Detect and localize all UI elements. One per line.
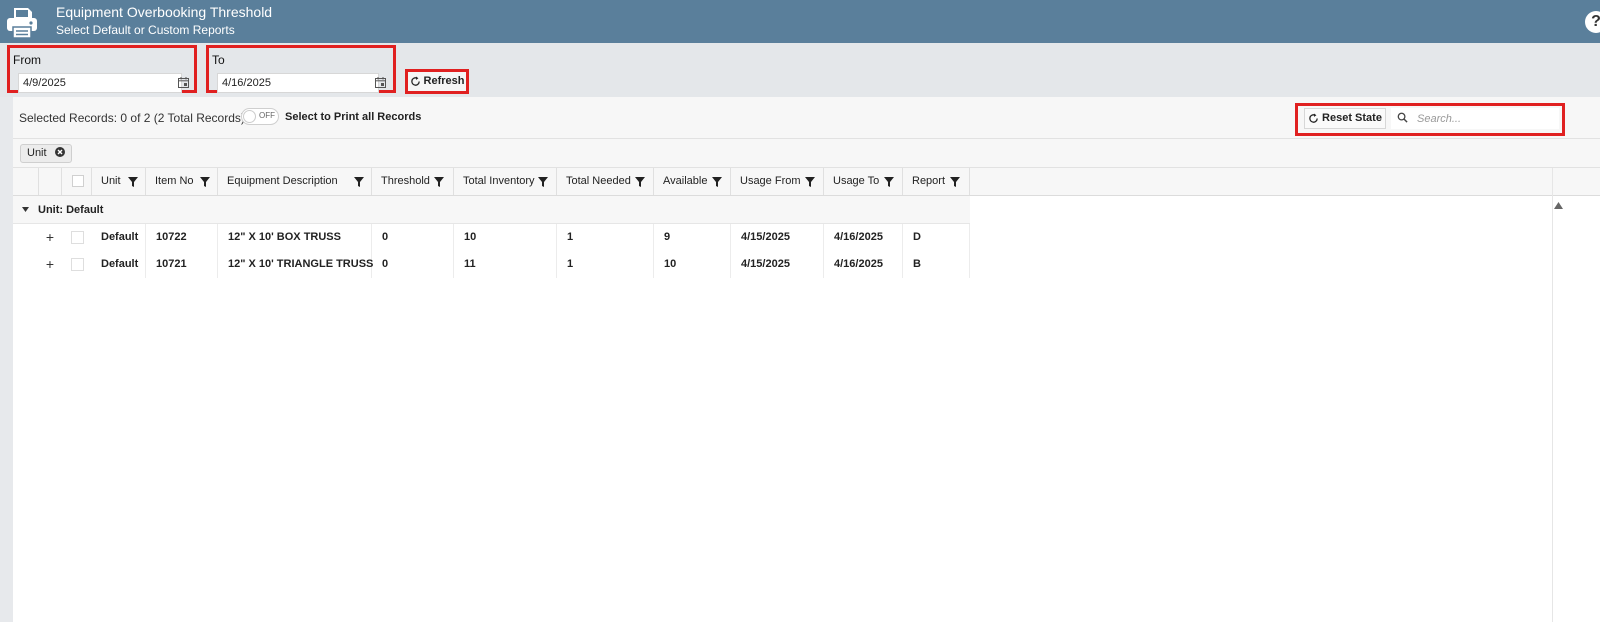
row-checkbox[interactable] — [71, 231, 84, 244]
expand-row-icon[interactable]: + — [42, 251, 58, 278]
search-input[interactable] — [1415, 110, 1559, 128]
reset-state-button[interactable]: Reset State — [1304, 108, 1386, 129]
from-date-input[interactable]: 4/9/2025 — [18, 73, 182, 93]
to-date-group: To 4/16/2025 — [206, 45, 396, 93]
column-header-threshold[interactable]: Threshold — [372, 168, 454, 195]
column-label: Item No — [155, 175, 194, 187]
select-all-checkbox[interactable] — [72, 175, 84, 187]
cell-usage-from: 4/15/2025 — [731, 224, 824, 251]
cell-threshold: 0 — [372, 224, 454, 251]
page-subtitle: Select Default or Custom Reports — [56, 23, 235, 37]
column-label: Total Inventory — [463, 175, 535, 187]
column-label: Usage From — [740, 175, 801, 187]
column-label: Threshold — [381, 175, 430, 187]
filter-icon[interactable] — [354, 177, 364, 187]
help-icon[interactable]: ? — [1585, 11, 1600, 33]
filter-icon[interactable] — [635, 177, 645, 187]
scroll-up-icon[interactable] — [1554, 202, 1563, 209]
column-header-item-no[interactable]: Item No — [146, 168, 218, 195]
selected-records-text: Selected Records: 0 of 2 (2 Total Record… — [19, 111, 245, 125]
filter-icon[interactable] — [712, 177, 722, 187]
print-all-toggle[interactable]: OFF — [241, 108, 279, 125]
to-date-input[interactable]: 4/16/2025 — [217, 73, 379, 93]
group-chip-label: Unit — [27, 147, 47, 159]
cell-item-no: 10722 — [146, 224, 218, 251]
column-header-total-inventory[interactable]: Total Inventory — [454, 168, 557, 195]
column-label: Usage To — [833, 175, 880, 187]
grid-header: Unit Item No Equipment Description Thres… — [13, 168, 1600, 196]
column-label: Available — [663, 175, 708, 187]
cell-item-no: 10721 — [146, 251, 218, 278]
column-header-usage-from[interactable]: Usage From — [731, 168, 824, 195]
calendar-icon[interactable] — [375, 77, 386, 88]
table-row[interactable]: + Default 10722 12" X 10' BOX TRUSS 0 10… — [13, 224, 970, 251]
group-chip-unit[interactable]: Unit — [20, 144, 72, 163]
search-field[interactable] — [1391, 108, 1559, 129]
cell-total-inventory: 11 — [454, 251, 557, 278]
cell-unit: Default — [92, 251, 146, 278]
print-all-label: Select to Print all Records — [285, 111, 422, 123]
filter-icon[interactable] — [128, 177, 138, 187]
calendar-icon[interactable] — [178, 77, 189, 88]
vertical-scrollbar[interactable] — [1552, 168, 1553, 622]
spacer-column-header — [39, 168, 62, 195]
reset-state-label: Reset State — [1322, 112, 1382, 124]
column-header-report[interactable]: Report — [903, 168, 970, 195]
cell-description: 12" X 10' BOX TRUSS — [218, 224, 372, 251]
column-label: Unit — [101, 175, 121, 187]
printer-icon — [7, 8, 37, 39]
column-header-total-needed[interactable]: Total Needed — [557, 168, 654, 195]
expand-row-icon[interactable]: + — [42, 224, 58, 251]
cell-usage-from: 4/15/2025 — [731, 251, 824, 278]
search-icon — [1397, 112, 1408, 123]
filter-icon[interactable] — [950, 177, 960, 187]
refresh-icon — [1309, 113, 1318, 123]
column-header-description[interactable]: Equipment Description — [218, 168, 372, 195]
refresh-icon — [410, 76, 420, 86]
cell-usage-to: 4/16/2025 — [824, 251, 903, 278]
column-header-usage-to[interactable]: Usage To — [824, 168, 903, 195]
filter-icon[interactable] — [805, 177, 815, 187]
remove-icon[interactable] — [54, 147, 65, 158]
to-label: To — [212, 53, 225, 67]
page-title: Equipment Overbooking Threshold — [56, 4, 273, 20]
cell-total-needed: 1 — [557, 251, 654, 278]
table-row[interactable]: + Default 10721 12" X 10' TRIANGLE TRUSS… — [13, 251, 970, 278]
filter-icon[interactable] — [200, 177, 210, 187]
refresh-label: Refresh — [423, 75, 465, 87]
from-date-group: From 4/9/2025 — [7, 45, 197, 93]
left-gutter — [0, 97, 13, 622]
toggle-knob — [243, 110, 256, 123]
expand-column-header — [13, 168, 39, 195]
cell-description: 12" X 10' TRIANGLE TRUSS — [218, 251, 373, 278]
cell-threshold: 0 — [372, 251, 454, 278]
row-checkbox[interactable] — [71, 258, 84, 271]
cell-report: D — [903, 224, 970, 251]
group-by-bar: Unit — [13, 139, 1600, 168]
column-label: Equipment Description — [227, 175, 338, 187]
cell-available: 9 — [654, 224, 731, 251]
group-label: Unit: Default — [38, 204, 104, 216]
cell-unit: Default — [92, 224, 146, 251]
date-filter-bar: From 4/9/2025 To 4/16/2025 Refresh — [0, 43, 1600, 97]
group-row[interactable]: Unit: Default — [13, 196, 970, 224]
cell-total-inventory: 10 — [454, 224, 557, 251]
collapse-icon[interactable] — [22, 207, 29, 213]
cell-usage-to: 4/16/2025 — [824, 224, 903, 251]
cell-total-needed: 1 — [557, 224, 654, 251]
filter-icon[interactable] — [538, 177, 548, 187]
cell-report: B — [903, 251, 970, 278]
filter-icon[interactable] — [884, 177, 894, 187]
cell-available: 10 — [654, 251, 731, 278]
column-header-available[interactable]: Available — [654, 168, 731, 195]
column-header-unit[interactable]: Unit — [92, 168, 146, 195]
filter-icon[interactable] — [434, 177, 444, 187]
refresh-button[interactable]: Refresh — [405, 69, 469, 94]
column-label: Total Needed — [566, 175, 631, 187]
app-header: Equipment Overbooking Threshold Select D… — [0, 0, 1600, 43]
column-label: Report — [912, 175, 946, 187]
from-label: From — [13, 53, 41, 67]
toggle-state: OFF — [259, 111, 275, 120]
